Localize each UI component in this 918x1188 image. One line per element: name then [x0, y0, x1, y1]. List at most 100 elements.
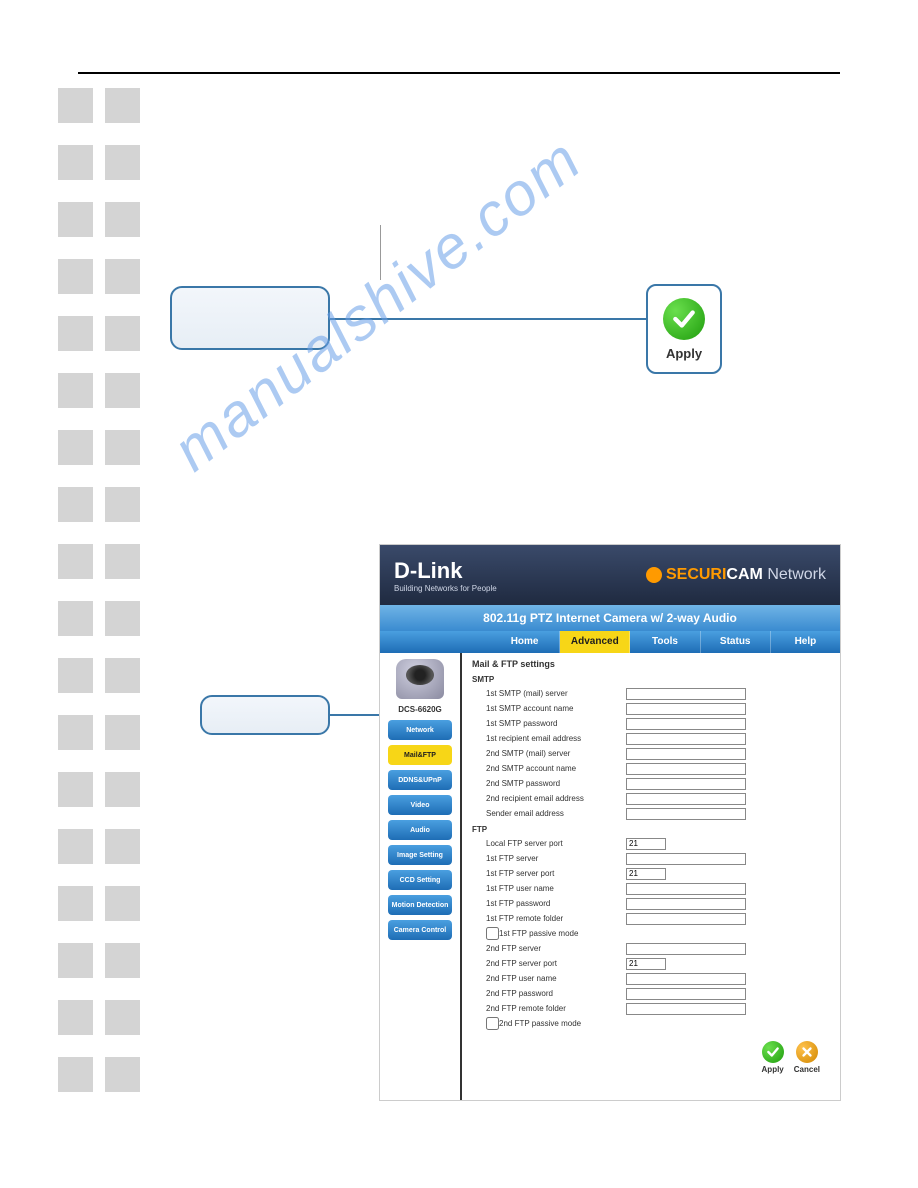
sidebar-item-motion-detection[interactable]: Motion Detection: [388, 895, 452, 915]
smtp-field-label-6: 2nd SMTP password: [486, 779, 626, 788]
sidebar-item-image-setting[interactable]: Image Setting: [388, 845, 452, 865]
smtp-field-row-8: Sender email address: [486, 806, 830, 821]
ftp-field-input-0[interactable]: [626, 838, 666, 850]
tab-home[interactable]: Home: [490, 631, 560, 653]
securicam-logo: SECURICAM Network: [646, 566, 826, 584]
ui-tabs: HomeAdvancedToolsStatusHelp: [380, 631, 840, 653]
sidebar-item-camera-control[interactable]: Camera Control: [388, 920, 452, 940]
model-label: DCS-6620G: [398, 705, 442, 714]
cancel-button[interactable]: Cancel: [794, 1041, 820, 1074]
embedded-ui: D-Link Building Networks for People SECU…: [380, 545, 840, 1100]
apply-badge-label: Apply: [666, 346, 702, 361]
ftp-field-input-3[interactable]: [626, 883, 746, 895]
ftp-field-row-3: 1st FTP user name: [486, 881, 830, 896]
ftp-passive-1-checkbox[interactable]: [486, 927, 499, 940]
ftp-field-row-1: 1st FTP server: [486, 851, 830, 866]
smtp-field-input-5[interactable]: [626, 763, 746, 775]
smtp-field-input-0[interactable]: [626, 688, 746, 700]
smtp-field-row-1: 1st SMTP account name: [486, 701, 830, 716]
callout-box-1: [170, 286, 330, 350]
tab-advanced[interactable]: Advanced: [560, 631, 630, 653]
smtp-field-row-0: 1st SMTP (mail) server: [486, 686, 830, 701]
ftp2-field-row-1: 2nd FTP server port: [486, 956, 830, 971]
page-rule: [78, 72, 840, 74]
decorative-squares: [58, 88, 140, 1114]
smtp-field-label-4: 2nd SMTP (mail) server: [486, 749, 626, 758]
smtp-field-input-1[interactable]: [626, 703, 746, 715]
tab-status[interactable]: Status: [701, 631, 771, 653]
ftp2-field-input-4[interactable]: [626, 1003, 746, 1015]
ftp-field-label-2: 1st FTP server port: [486, 869, 626, 878]
ui-sidebar: DCS-6620G Network Mail&FTP DDNS&UPnP Video A…: [380, 653, 460, 1100]
ftp2-field-input-1[interactable]: [626, 958, 666, 970]
lock-icon: [646, 567, 662, 583]
ftp-title: FTP: [472, 825, 830, 834]
ftp2-field-label-3: 2nd FTP password: [486, 989, 626, 998]
smtp-field-row-3: 1st recipient email address: [486, 731, 830, 746]
ftp-field-row-4: 1st FTP password: [486, 896, 830, 911]
ftp2-field-label-2: 2nd FTP user name: [486, 974, 626, 983]
sidebar-item-network[interactable]: Network: [388, 720, 452, 740]
cancel-label: Cancel: [794, 1065, 820, 1074]
ftp2-field-label-1: 2nd FTP server port: [486, 959, 626, 968]
smtp-field-row-5: 2nd SMTP account name: [486, 761, 830, 776]
smtp-field-label-2: 1st SMTP password: [486, 719, 626, 728]
ftp2-field-input-3[interactable]: [626, 988, 746, 1000]
ftp-field-label-0: Local FTP server port: [486, 839, 626, 848]
ftp-field-label-4: 1st FTP password: [486, 899, 626, 908]
ftp-field-input-4[interactable]: [626, 898, 746, 910]
ftp-field-input-1[interactable]: [626, 853, 746, 865]
ftp2-field-input-0[interactable]: [626, 943, 746, 955]
brand-block: D-Link Building Networks for People: [394, 558, 497, 593]
apply-button[interactable]: Apply: [762, 1041, 784, 1074]
section-title: Mail & FTP settings: [472, 659, 830, 669]
ftp2-field-label-4: 2nd FTP remote folder: [486, 1004, 626, 1013]
callout-box-2: [200, 695, 330, 735]
smtp-field-label-1: 1st SMTP account name: [486, 704, 626, 713]
ftp-passive-1-label: 1st FTP passive mode: [499, 929, 578, 938]
camera-icon: [396, 659, 444, 699]
ftp-field-row-5: 1st FTP remote folder: [486, 911, 830, 926]
smtp-field-input-3[interactable]: [626, 733, 746, 745]
ftp-field-label-1: 1st FTP server: [486, 854, 626, 863]
ftp-passive-2-checkbox[interactable]: [486, 1017, 499, 1030]
ftp-field-label-5: 1st FTP remote folder: [486, 914, 626, 923]
ftp-field-input-2[interactable]: [626, 868, 666, 880]
check-icon: [663, 298, 705, 340]
ui-actions: Apply Cancel: [472, 1041, 830, 1074]
smtp-field-input-7[interactable]: [626, 793, 746, 805]
smtp-field-row-2: 1st SMTP password: [486, 716, 830, 731]
ftp-field-input-5[interactable]: [626, 913, 746, 925]
smtp-field-input-6[interactable]: [626, 778, 746, 790]
ftp-field-row-0: Local FTP server port: [486, 836, 830, 851]
ftp-field-label-3: 1st FTP user name: [486, 884, 626, 893]
brand-tagline: Building Networks for People: [394, 584, 497, 593]
smtp-field-label-7: 2nd recipient email address: [486, 794, 626, 803]
ftp2-field-row-3: 2nd FTP password: [486, 986, 830, 1001]
ui-main: Mail & FTP settings SMTP 1st SMTP (mail)…: [462, 653, 840, 1100]
sidebar-item-audio[interactable]: Audio: [388, 820, 452, 840]
vertical-divider: [380, 225, 381, 280]
ftp2-field-input-2[interactable]: [626, 973, 746, 985]
apply-badge: Apply: [646, 284, 722, 374]
sidebar-item-video[interactable]: Video: [388, 795, 452, 815]
ftp-passive-2-label: 2nd FTP passive mode: [499, 1019, 581, 1028]
ftp2-field-row-0: 2nd FTP server: [486, 941, 830, 956]
ui-subhead: 802.11g PTZ Internet Camera w/ 2-way Aud…: [380, 605, 840, 631]
ftp2-field-row-2: 2nd FTP user name: [486, 971, 830, 986]
smtp-field-input-8[interactable]: [626, 808, 746, 820]
sidebar-item-ddns-upnp[interactable]: DDNS&UPnP: [388, 770, 452, 790]
tab-tools[interactable]: Tools: [630, 631, 700, 653]
smtp-title: SMTP: [472, 675, 830, 684]
ftp-passive-2-row: 2nd FTP passive mode: [486, 1016, 830, 1031]
callout-connector-1: [330, 318, 646, 320]
smtp-field-label-0: 1st SMTP (mail) server: [486, 689, 626, 698]
ftp2-field-row-4: 2nd FTP remote folder: [486, 1001, 830, 1016]
ftp-field-row-2: 1st FTP server port: [486, 866, 830, 881]
smtp-field-input-4[interactable]: [626, 748, 746, 760]
tab-help[interactable]: Help: [771, 631, 840, 653]
smtp-field-input-2[interactable]: [626, 718, 746, 730]
sidebar-item-ccd-setting[interactable]: CCD Setting: [388, 870, 452, 890]
sidebar-item-mail-ftp[interactable]: Mail&FTP: [388, 745, 452, 765]
apply-icon: [762, 1041, 784, 1063]
